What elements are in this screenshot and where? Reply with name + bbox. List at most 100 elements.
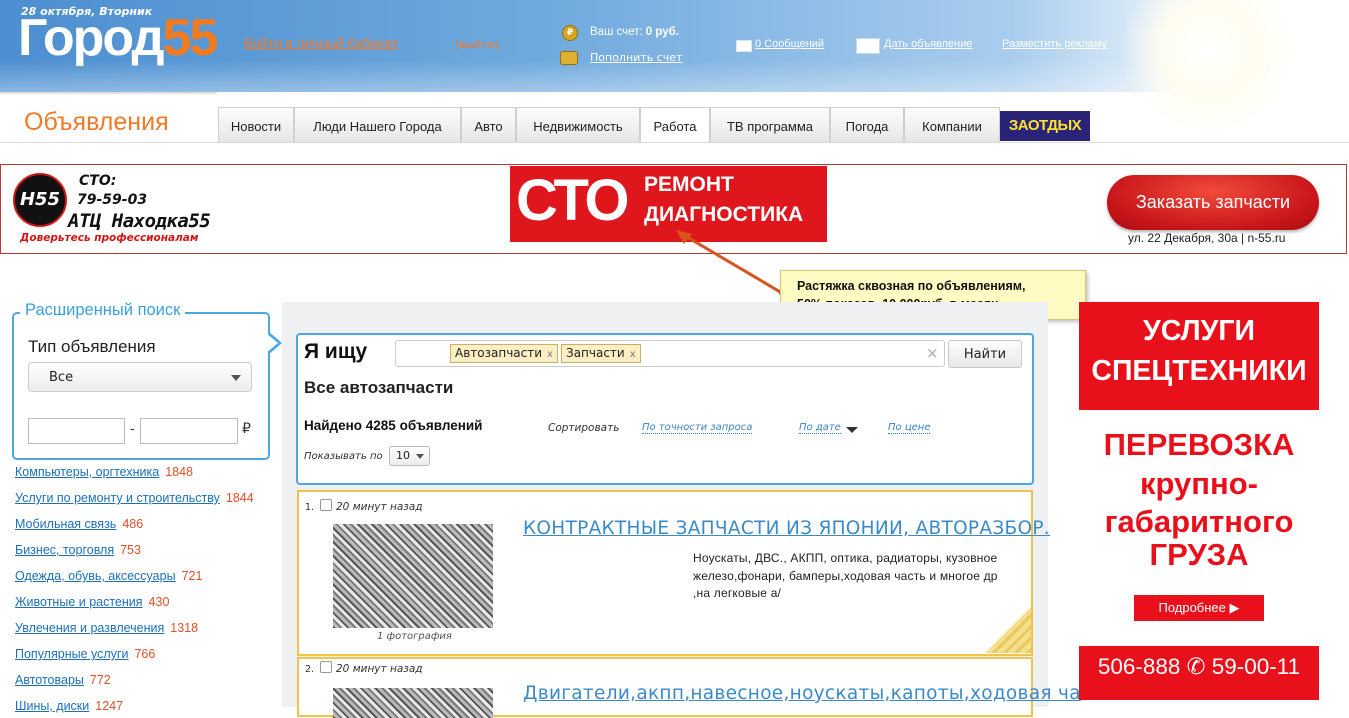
tab-realty[interactable]: Недвижимость xyxy=(516,107,640,142)
login-link[interactable]: Войти в личный Кабинет xyxy=(244,36,399,51)
category-item[interactable]: Автотовары 772 xyxy=(15,673,111,687)
category-link[interactable]: Одежда, обувь, аксессуары xyxy=(15,569,176,583)
category-count: 753 xyxy=(120,543,141,557)
category-link[interactable]: Популярные услуги xyxy=(15,647,128,661)
messages-link[interactable]: 0 Сообщений xyxy=(755,38,824,50)
right-ad-cargo-2: крупно- xyxy=(1140,466,1258,501)
listing-time: 20 минут назад xyxy=(336,663,423,675)
sort-relevance[interactable]: По точности запроса xyxy=(642,422,753,434)
listing-number: 2. xyxy=(305,664,315,675)
clear-search-icon[interactable]: × xyxy=(926,344,939,362)
category-item[interactable]: Мобильная связь 486 xyxy=(15,517,143,531)
tab-news[interactable]: Новости xyxy=(218,107,294,142)
category-item[interactable]: Бизнес, торговля 753 xyxy=(15,543,141,557)
page-size-select[interactable]: 10 xyxy=(389,446,430,466)
coin-icon: ₽ xyxy=(562,25,578,41)
listing-thumbnail[interactable] xyxy=(333,524,493,628)
category-item[interactable]: Увлечения и развлечения 1318 xyxy=(15,621,198,635)
tab-auto[interactable]: Авто xyxy=(461,107,516,142)
category-count: 766 xyxy=(134,647,156,661)
tab-weather[interactable]: Погода xyxy=(830,107,904,142)
tag-label: Автозапчасти xyxy=(455,346,543,360)
category-link[interactable]: Услуги по ремонту и строительству xyxy=(15,491,220,505)
post-ad-link[interactable]: Дать объявление xyxy=(884,38,973,50)
price-from-input[interactable] xyxy=(28,418,125,444)
results-heading: Все автозапчасти xyxy=(304,378,454,397)
search-label: Я ищу xyxy=(304,340,368,363)
site-logo[interactable]: Город55 xyxy=(18,9,219,67)
search-tag[interactable]: Автозапчасти x xyxy=(450,344,558,363)
right-ad-phone: 506-888 ✆ 59-00-11 xyxy=(1097,654,1301,679)
search-tag[interactable]: Запчасти x xyxy=(561,344,641,363)
listing-desc-line: Ноускаты, ДВС., АКПП, оптика, радиаторы,… xyxy=(693,551,998,565)
price-to-input[interactable] xyxy=(140,418,238,444)
tag-remove-icon[interactable]: x xyxy=(630,349,636,360)
category-count: 1848 xyxy=(165,465,193,479)
category-item[interactable]: Шины, диски 1247 xyxy=(15,699,123,713)
listing-title[interactable]: КОНТРАКТНЫЕ ЗАПЧАСТИ ИЗ ЯПОНИИ, АВТОРАЗБ… xyxy=(523,518,1050,539)
category-item[interactable]: Услуги по ремонту и строительству 1844 xyxy=(15,491,254,505)
category-item[interactable]: Популярные услуги 766 xyxy=(15,647,155,661)
category-link[interactable]: Мобильная связь xyxy=(15,517,116,531)
listing-description: Ноускаты, ДВС., АКПП, оптика, радиаторы,… xyxy=(693,550,998,603)
listing-thumbnail[interactable] xyxy=(333,688,493,718)
n55-logo: Н55 xyxy=(13,173,67,227)
ad-type-label: Тип объявления xyxy=(28,337,156,356)
ad-type-select[interactable]: Все xyxy=(28,362,252,392)
category-count: 1844 xyxy=(225,491,254,505)
category-item[interactable]: Животные и растения 430 xyxy=(15,595,169,609)
page-size-value: 10 xyxy=(396,449,410,462)
tab-jobs[interactable]: Работа xyxy=(640,107,710,142)
account-label: Ваш счет: xyxy=(590,26,643,38)
tab-tv[interactable]: ТВ программа xyxy=(710,107,830,142)
category-count: 721 xyxy=(181,569,203,583)
category-item[interactable]: Компьютеры, оргтехника 1848 xyxy=(15,465,193,479)
tab-zaotdyh[interactable]: ЗАОТДЫХ xyxy=(1000,111,1090,141)
logout-link[interactable]: (выйти) xyxy=(455,38,499,51)
results-count: Найдено 4285 объявлений xyxy=(304,418,483,433)
chevron-down-icon xyxy=(416,454,424,459)
ad-type-value: Все xyxy=(49,370,74,385)
category-link[interactable]: Бизнес, торговля xyxy=(15,543,114,557)
category-count: 772 xyxy=(89,673,111,687)
sun-decoration xyxy=(1119,0,1299,140)
tag-remove-icon[interactable]: x xyxy=(547,349,553,360)
listing-checkbox[interactable] xyxy=(320,661,332,673)
order-parts-button[interactable]: Заказать запчасти xyxy=(1107,175,1319,230)
logo-number: 55 xyxy=(162,9,219,67)
account-balance: Ваш счет: 0 руб. xyxy=(590,26,679,38)
listing-checkbox[interactable] xyxy=(320,499,332,511)
tab-divider xyxy=(0,142,1349,143)
category-link[interactable]: Автотовары xyxy=(15,673,84,687)
board-icon xyxy=(856,38,880,54)
category-item[interactable]: Одежда, обувь, аксессуары 721 xyxy=(15,569,202,583)
tab-companies[interactable]: Компании xyxy=(904,107,1000,142)
category-link[interactable]: Увлечения и развлечения xyxy=(15,621,164,635)
sort-price[interactable]: По цене xyxy=(888,422,931,434)
note-line-1: Растяжка сквозная по объявлениям, xyxy=(797,279,1026,293)
right-ad-line-2: СПЕЦТЕХНИКИ xyxy=(1091,355,1307,387)
category-link[interactable]: Компьютеры, оргтехника xyxy=(15,465,159,479)
sto-phone: 79-59-03 xyxy=(77,192,148,208)
sto-slogan: Доверьтесь профессионалам xyxy=(20,232,199,244)
panel-pointer-inner xyxy=(266,333,278,353)
more-label: Подробнее xyxy=(1158,600,1226,615)
listing-title[interactable]: Двигатели,акпп,навесное,ноускаты,капоты,… xyxy=(523,683,1081,704)
category-count: 1318 xyxy=(170,621,199,635)
find-button[interactable]: Найти xyxy=(948,340,1022,368)
listing-photo-count: 1 фотография xyxy=(377,631,452,642)
place-ad-link[interactable]: Разместить рекламу xyxy=(1002,38,1107,50)
category-count: 486 xyxy=(122,517,144,531)
advanced-search-title: Расширенный поиск xyxy=(20,301,186,320)
category-link[interactable]: Животные и растения xyxy=(15,595,143,609)
tab-people[interactable]: Люди Нашего Города xyxy=(294,107,461,142)
sort-date[interactable]: По дате xyxy=(799,422,841,434)
right-ad-more-button[interactable]: Подробнее ▶ xyxy=(1134,595,1264,621)
category-count: 430 xyxy=(148,595,170,609)
account-value: 0 руб. xyxy=(645,26,679,38)
topup-link[interactable]: Пополнить счет xyxy=(590,51,682,64)
sto-service-repair: РЕМОНТ xyxy=(644,173,734,196)
tab-ads-active[interactable]: Объявления xyxy=(0,92,217,145)
category-link[interactable]: Шины, диски xyxy=(15,699,89,713)
listing-number: 1. xyxy=(305,502,315,513)
